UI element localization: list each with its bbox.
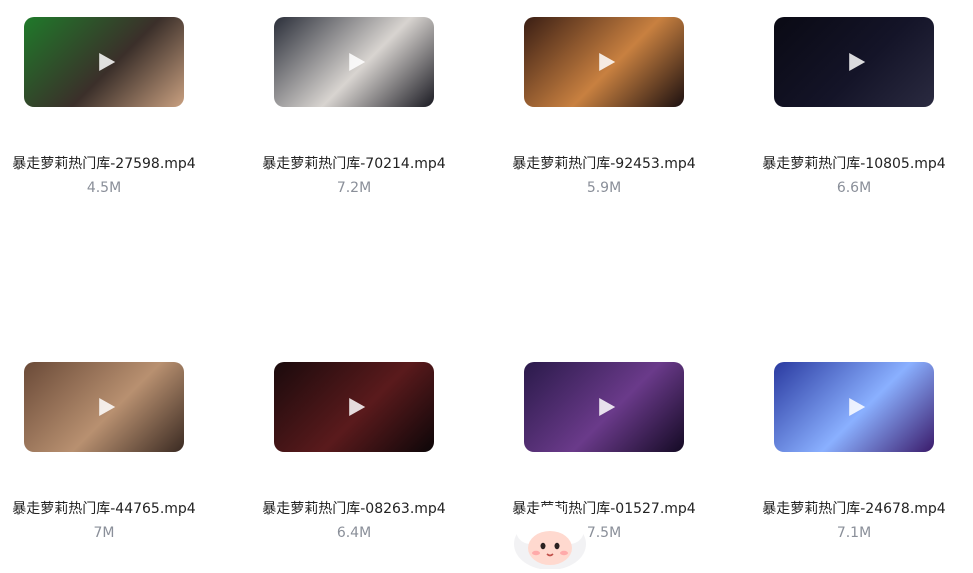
mascot-icon[interactable] xyxy=(510,500,590,570)
play-icon[interactable] xyxy=(845,396,867,418)
video-filename[interactable]: 暴走萝莉热门库-44765.mp4 xyxy=(4,498,204,521)
video-card[interactable]: 暴走萝莉热门库-08263.mp4 6.4M xyxy=(234,362,474,543)
video-card[interactable]: 暴走萝莉热门库-10805.mp4 6.6M xyxy=(734,17,973,198)
video-thumbnail[interactable] xyxy=(774,362,934,452)
video-filesize: 6.6M xyxy=(836,180,872,196)
video-filename[interactable]: 暴走萝莉热门库-70214.mp4 xyxy=(254,153,454,176)
video-filesize: 6.4M xyxy=(336,525,372,541)
video-filename[interactable]: 暴走萝莉热门库-10805.mp4 xyxy=(754,153,954,176)
video-filesize: 5.9M xyxy=(586,180,622,196)
video-card[interactable]: 暴走萝莉热门库-27598.mp4 4.5M xyxy=(0,17,224,198)
video-filename[interactable]: 暴走萝莉热门库-08263.mp4 xyxy=(254,498,454,521)
video-thumbnail[interactable] xyxy=(274,17,434,107)
video-filename[interactable]: 暴走萝莉热门库-92453.mp4 xyxy=(504,153,704,176)
video-card[interactable]: 暴走萝莉热门库-70214.mp4 7.2M xyxy=(234,17,474,198)
video-thumbnail[interactable] xyxy=(24,17,184,107)
video-filesize: 4.5M xyxy=(86,180,122,196)
play-icon[interactable] xyxy=(345,51,367,73)
video-filename[interactable]: 暴走萝莉热门库-27598.mp4 xyxy=(4,153,204,176)
video-thumbnail[interactable] xyxy=(774,17,934,107)
play-icon[interactable] xyxy=(595,396,617,418)
video-card[interactable]: 暴走萝莉热门库-24678.mp4 7.1M xyxy=(734,362,973,543)
video-thumbnail[interactable] xyxy=(524,362,684,452)
play-icon[interactable] xyxy=(345,396,367,418)
video-thumbnail[interactable] xyxy=(524,17,684,107)
video-thumbnail[interactable] xyxy=(274,362,434,452)
video-filename[interactable]: 暴走萝莉热门库-24678.mp4 xyxy=(754,498,954,521)
play-icon[interactable] xyxy=(95,396,117,418)
play-icon[interactable] xyxy=(845,51,867,73)
video-grid: 暴走萝莉热门库-27598.mp4 4.5M 暴走萝莉热门库-70214.mp4… xyxy=(0,0,973,569)
video-filesize: 7M xyxy=(93,525,115,541)
video-card[interactable]: 暴走萝莉热门库-44765.mp4 7M xyxy=(0,362,224,543)
video-filesize: 7.1M xyxy=(836,525,872,541)
video-card[interactable]: 暴走萝莉热门库-92453.mp4 5.9M xyxy=(484,17,724,198)
video-thumbnail[interactable] xyxy=(24,362,184,452)
play-icon[interactable] xyxy=(595,51,617,73)
video-filesize: 7.2M xyxy=(336,180,372,196)
play-icon[interactable] xyxy=(95,51,117,73)
